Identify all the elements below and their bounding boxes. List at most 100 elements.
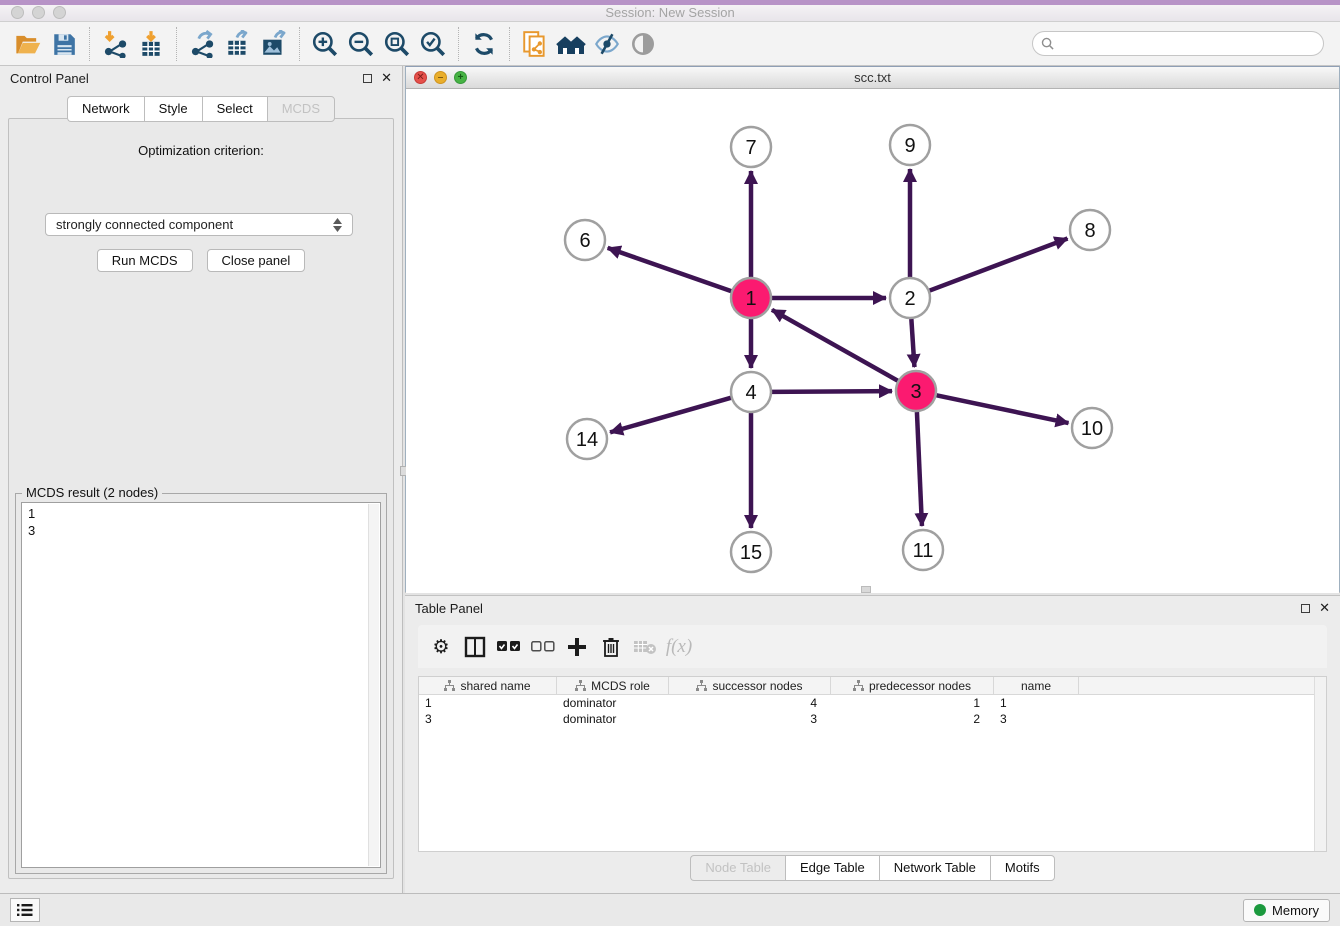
save-session-icon[interactable] [46, 26, 82, 62]
table-row[interactable]: 3dominator323 [419, 711, 1326, 727]
tab-network-table[interactable]: Network Table [879, 855, 990, 881]
tab-select[interactable]: Select [202, 96, 267, 122]
tab-edge-table[interactable]: Edge Table [785, 855, 879, 881]
edge-4-3[interactable] [772, 391, 892, 392]
table-cell[interactable]: 3 [669, 712, 831, 726]
tab-network[interactable]: Network [67, 96, 144, 122]
mcds-result-area[interactable]: 1 3 [21, 502, 381, 868]
zoom-fit-icon[interactable] [379, 26, 415, 62]
toolbar-separator [89, 27, 90, 61]
titlebar: Session: New Session [0, 5, 1340, 22]
search-input[interactable] [1059, 36, 1315, 52]
node-label-11: 11 [913, 540, 934, 562]
table-row[interactable]: 1dominator411 [419, 695, 1326, 711]
column-label: predecessor nodes [869, 679, 971, 693]
table-header-row: shared name MCDS role successor nodes prede… [419, 677, 1326, 695]
table-cell[interactable]: 1 [831, 696, 994, 710]
table-cell[interactable]: 3 [994, 712, 1079, 726]
table-panel: Table Panel ✕ ⚙ [405, 596, 1340, 889]
column-layout-icon[interactable] [460, 632, 490, 662]
list-icon [17, 903, 33, 917]
node-table[interactable]: shared name MCDS role successor nodes prede… [418, 676, 1327, 852]
column-header-MCDS-role[interactable]: MCDS role [557, 677, 669, 694]
optimization-criterion-label: Optimization criterion: [9, 143, 393, 158]
network-canvas[interactable]: 7968124314101511 [406, 89, 1339, 593]
zoom-selected-icon[interactable] [415, 26, 451, 62]
toolbar-separator [176, 27, 177, 61]
status-bar: Memory [0, 893, 1340, 926]
zoom-out-icon[interactable] [343, 26, 379, 62]
table-tabs: Node Table Edge Table Network Table Moti… [405, 855, 1340, 881]
column-type-icon [575, 680, 586, 691]
table-cell[interactable]: dominator [557, 696, 669, 710]
table-scrollbar[interactable] [1314, 677, 1326, 851]
table-cell[interactable]: 1 [419, 696, 557, 710]
open-session-icon[interactable] [10, 26, 46, 62]
tab-style[interactable]: Style [144, 96, 202, 122]
mcds-result-text: 1 3 [22, 503, 380, 541]
control-panel-title: Control Panel [10, 71, 89, 86]
control-panel: Control Panel ✕ Network Style Select MCD… [0, 66, 402, 893]
clone-network-icon[interactable] [517, 26, 553, 62]
zoom-in-icon[interactable] [307, 26, 343, 62]
run-mcds-button[interactable]: Run MCDS [97, 249, 193, 272]
toolbar-separator [458, 27, 459, 61]
edge-2-3[interactable] [911, 319, 914, 367]
result-scrollbar[interactable] [368, 504, 379, 866]
column-type-icon [444, 680, 455, 691]
export-network-icon[interactable] [184, 26, 220, 62]
search-icon [1041, 37, 1054, 50]
edge-3-1[interactable] [772, 310, 898, 381]
edge-2-8[interactable] [930, 238, 1068, 290]
node-label-2: 2 [904, 288, 915, 310]
column-header-successor-nodes[interactable]: successor nodes [669, 677, 831, 694]
window-title: Session: New Session [0, 5, 1340, 20]
export-image-icon[interactable] [256, 26, 292, 62]
close-table-panel-icon[interactable]: ✕ [1319, 603, 1330, 613]
import-table-icon[interactable] [133, 26, 169, 62]
table-cell[interactable]: 2 [831, 712, 994, 726]
tab-node-table[interactable]: Node Table [690, 855, 785, 881]
main-toolbar [0, 22, 1340, 66]
add-column-icon[interactable] [562, 632, 592, 662]
hide-selected-icon[interactable] [589, 26, 625, 62]
close-panel-button[interactable]: Close panel [207, 249, 306, 272]
application-window: Session: New Session [0, 0, 1340, 926]
cyndex-home-icon[interactable] [553, 26, 589, 62]
deselect-all-columns-icon[interactable] [528, 632, 558, 662]
select-all-columns-icon[interactable] [494, 632, 524, 662]
delete-table-icon [630, 632, 660, 662]
edge-1-6[interactable] [608, 248, 732, 291]
edge-3-10[interactable] [937, 395, 1069, 423]
mcds-result-group: MCDS result (2 nodes) 1 3 [15, 493, 387, 874]
export-table-icon[interactable] [220, 26, 256, 62]
column-label: name [1021, 679, 1051, 693]
tab-mcds[interactable]: MCDS [267, 96, 335, 122]
refresh-layout-icon[interactable] [466, 26, 502, 62]
memory-button[interactable]: Memory [1243, 899, 1330, 922]
edge-3-11[interactable] [917, 412, 922, 526]
edge-4-14[interactable] [610, 398, 731, 433]
float-panel-icon[interactable] [363, 74, 372, 83]
table-cell[interactable]: 3 [419, 712, 557, 726]
table-cell[interactable]: 1 [994, 696, 1079, 710]
table-settings-icon[interactable]: ⚙ [426, 632, 456, 662]
column-header-shared-name[interactable]: shared name [419, 677, 557, 694]
mcds-panel: Optimization criterion: strongly connect… [8, 118, 394, 879]
float-table-panel-icon[interactable] [1301, 604, 1310, 613]
tab-motifs[interactable]: Motifs [990, 855, 1055, 881]
task-history-button[interactable] [10, 898, 40, 922]
node-label-3: 3 [910, 381, 921, 403]
search-box[interactable] [1032, 31, 1324, 56]
close-panel-icon[interactable]: ✕ [381, 73, 392, 83]
criterion-select[interactable]: strongly connected component [45, 213, 353, 236]
table-cell[interactable]: dominator [557, 712, 669, 726]
canvas-resize-handle[interactable] [861, 586, 871, 593]
column-header-name[interactable]: name [994, 677, 1079, 694]
import-network-icon[interactable] [97, 26, 133, 62]
delete-column-icon[interactable] [596, 632, 626, 662]
column-label: MCDS role [591, 679, 650, 693]
column-header-predecessor-nodes[interactable]: predecessor nodes [831, 677, 994, 694]
table-cell[interactable]: 4 [669, 696, 831, 710]
node-label-7: 7 [745, 137, 756, 159]
